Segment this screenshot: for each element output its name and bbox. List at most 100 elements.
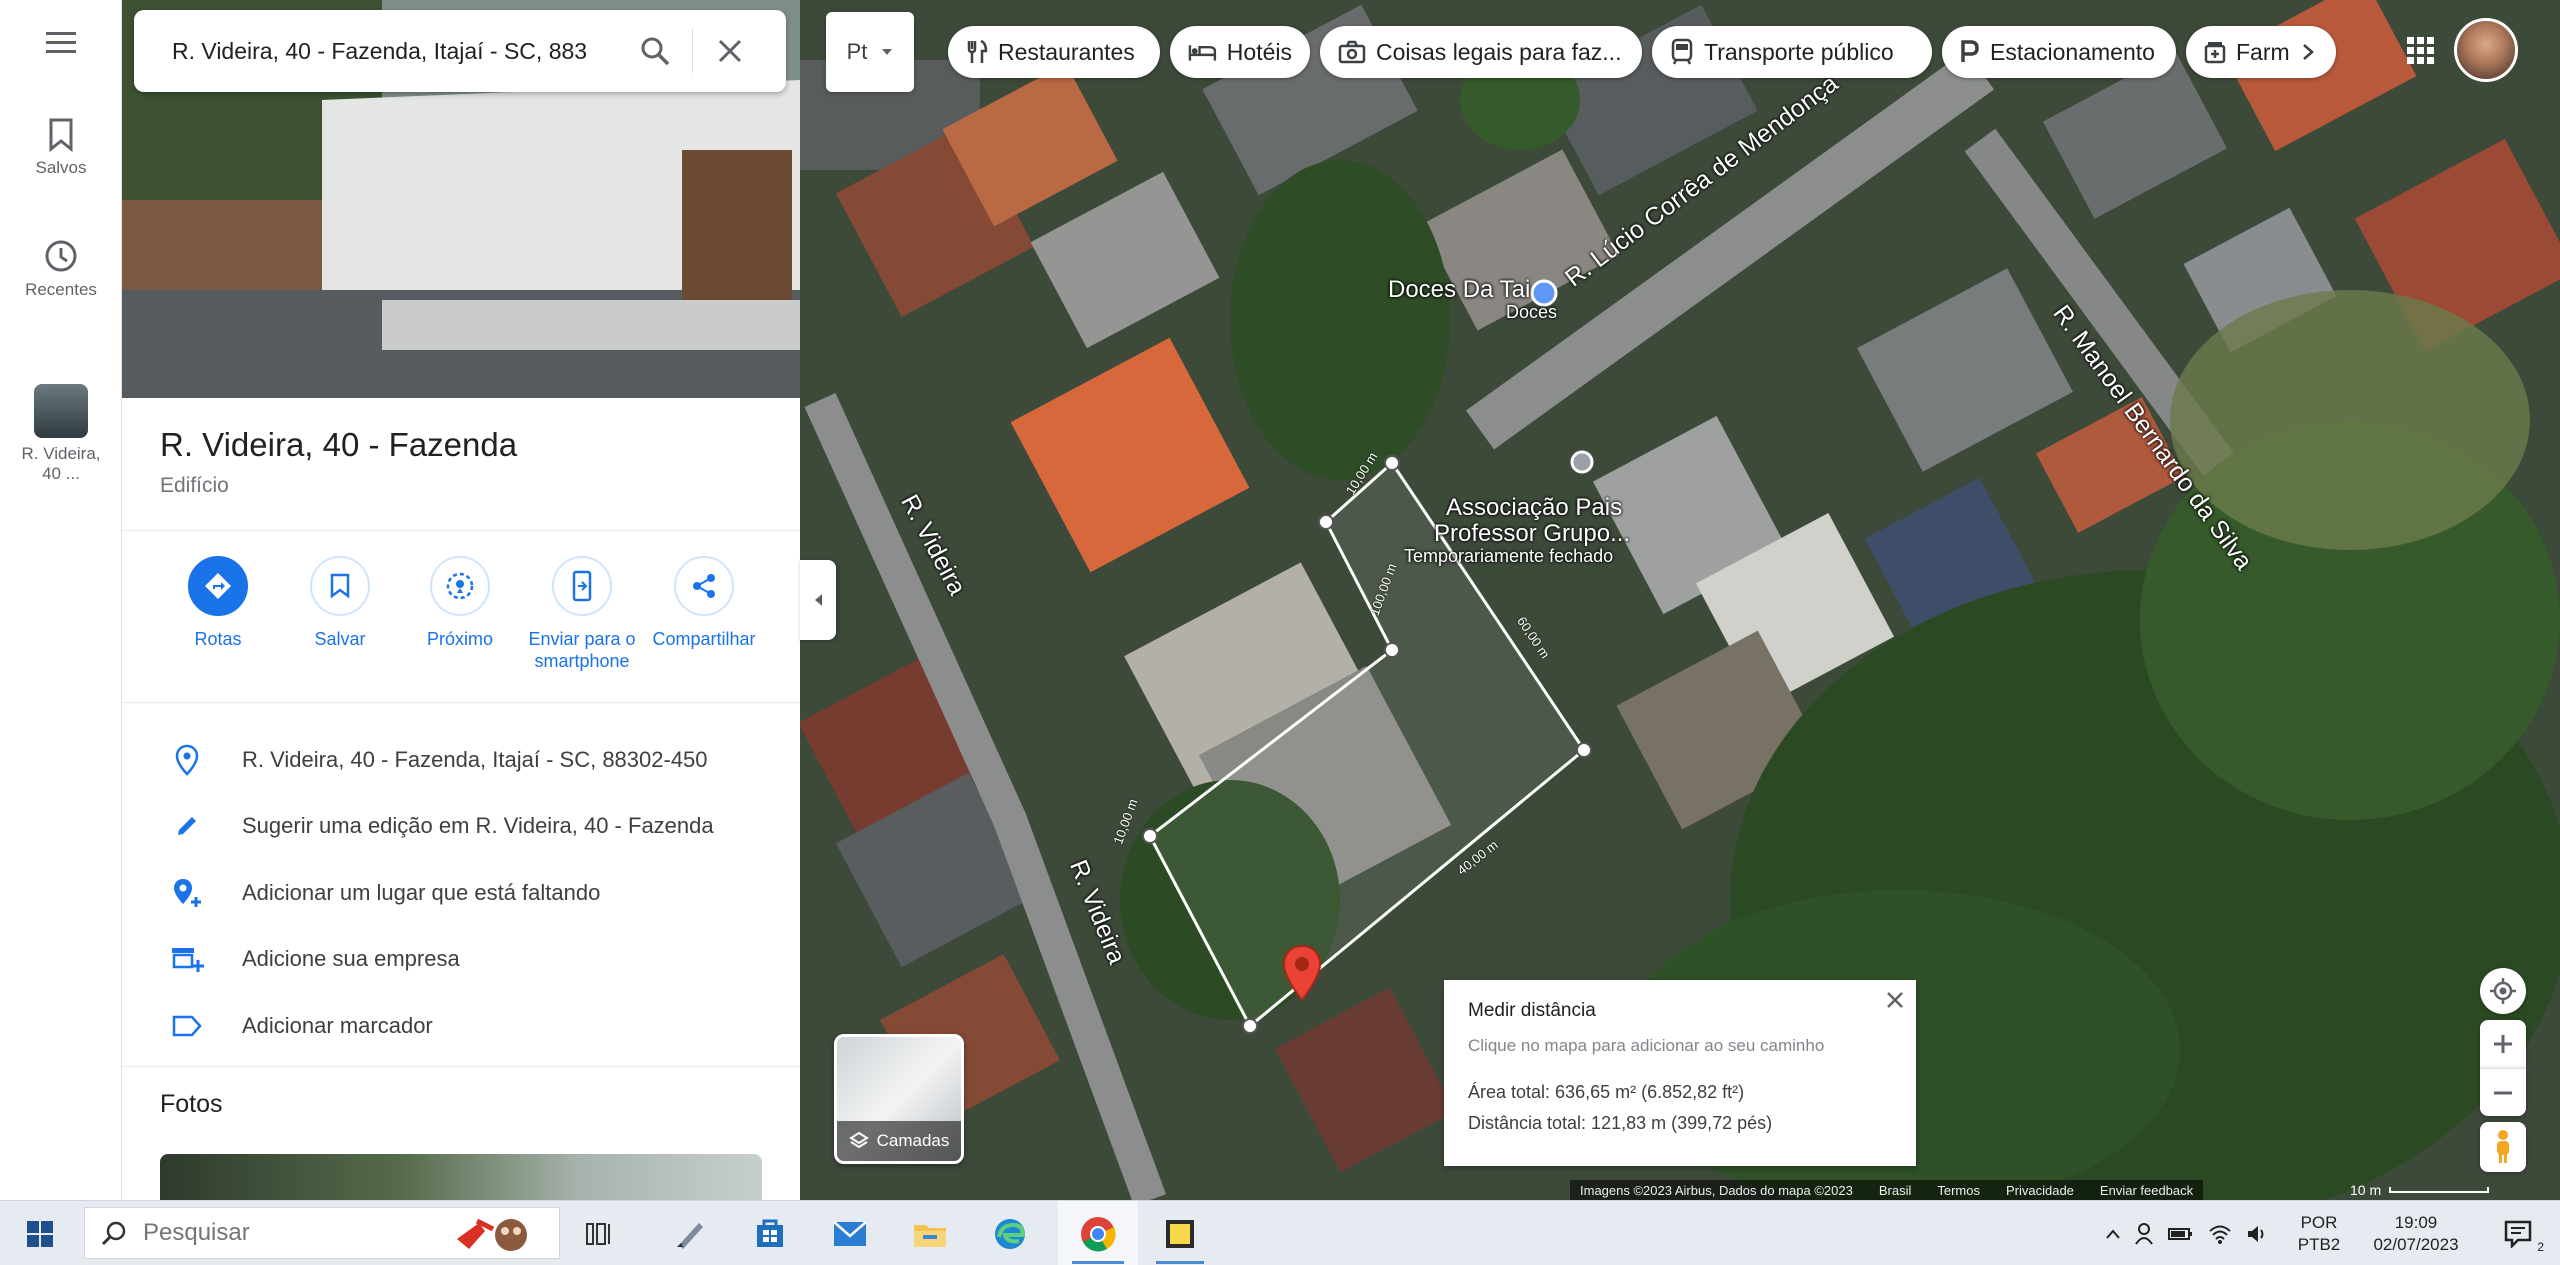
search-highlight-icon[interactable] xyxy=(444,1201,544,1265)
chip-transit[interactable]: Transporte público xyxy=(1652,26,1932,78)
location-pin-icon xyxy=(175,744,199,776)
suggest-edit-row[interactable]: Sugerir uma edição em R. Videira, 40 - F… xyxy=(122,793,800,859)
language-dropdown[interactable]: Pt xyxy=(826,12,914,92)
measure-total-area: Área total: 636,65 m² (6.852,82 ft²) xyxy=(1468,1082,1745,1102)
poi-doces-label[interactable]: Doces Da Tai xyxy=(1388,276,1530,304)
measure-distance-card: Medir distância Clique no mapa para adic… xyxy=(1444,980,1916,1166)
left-rail: Salvos Recentes R. Videira, 40 ... xyxy=(0,0,122,1200)
camera-icon xyxy=(1338,40,1366,64)
hamburger-icon xyxy=(46,32,76,53)
input-language[interactable]: POR PTB2 xyxy=(2284,1201,2354,1265)
directions-label: Rotas xyxy=(194,629,242,649)
collapse-panel-button[interactable] xyxy=(800,560,836,640)
place-type[interactable]: Edifício xyxy=(160,474,229,498)
privacy-link[interactable]: Privacidade xyxy=(2006,1183,2074,1198)
clock-date: 02/07/2023 xyxy=(2373,1234,2459,1254)
poi-assoc-label-1[interactable]: Associação Pais xyxy=(1446,494,1622,522)
taskbar-app-explorer[interactable] xyxy=(892,1201,968,1265)
edit-pencil-icon xyxy=(178,817,196,835)
taskbar-app-store[interactable] xyxy=(732,1201,808,1265)
add-label-row[interactable]: Adicionar marcador xyxy=(122,993,800,1059)
chip-things-to-do[interactable]: Coisas legais para faz... xyxy=(1320,26,1642,78)
poi-doces-sub: Doces xyxy=(1506,302,1558,322)
taskbar-app-sticky[interactable] xyxy=(1142,1201,1218,1265)
share-button[interactable]: Compartilhar xyxy=(644,556,764,650)
battery-icon xyxy=(2168,1227,2192,1240)
taskbar-app-mail[interactable] xyxy=(812,1201,888,1265)
taskbar-app-edge[interactable] xyxy=(972,1201,1048,1265)
notification-count: 2 xyxy=(2537,1236,2544,1258)
my-location-button[interactable] xyxy=(2480,968,2526,1014)
task-view-icon xyxy=(586,1222,610,1245)
add-missing-place-text: Adicionar um lugar que está faltando xyxy=(242,880,601,905)
map-attribution: Imagens ©2023 Airbus, Dados do mapa ©202… xyxy=(1570,1180,2204,1200)
terms-link[interactable]: Termos xyxy=(1937,1183,1980,1198)
taskbar-app-chrome[interactable] xyxy=(1058,1201,1138,1265)
menu-button[interactable] xyxy=(0,30,122,56)
place-title: R. Videira, 40 - Fazenda xyxy=(160,426,518,463)
close-measure-button[interactable] xyxy=(1886,990,1904,1014)
notifications-button[interactable]: 2 xyxy=(2484,1201,2554,1265)
poi-assoc-label-2[interactable]: Professor Grupo... xyxy=(1434,520,1630,548)
clear-search-button[interactable] xyxy=(699,20,761,82)
chip-label: Hotéis xyxy=(1226,38,1292,65)
save-button[interactable]: Salvar xyxy=(280,556,400,650)
directions-button[interactable]: Rotas xyxy=(158,556,278,650)
clock[interactable]: 19:09 02/07/2023 xyxy=(2356,1201,2476,1265)
taskbar-app-pen[interactable] xyxy=(652,1201,728,1265)
system-tray-icons[interactable] xyxy=(2092,1201,2282,1265)
windows-logo-icon xyxy=(27,1220,53,1247)
wifi-icon xyxy=(2209,1225,2231,1244)
pegman-button[interactable] xyxy=(2480,1122,2526,1172)
rail-recent-place[interactable]: R. Videira, 40 ... xyxy=(0,384,122,484)
zoom-out-button[interactable] xyxy=(2480,1068,2526,1116)
nearby-icon xyxy=(446,572,474,600)
zoom-in-button[interactable] xyxy=(2480,1020,2526,1068)
save-label: Salvar xyxy=(314,629,366,649)
rail-saved[interactable]: Salvos xyxy=(0,118,122,178)
add-missing-place-row[interactable]: Adicionar um lugar que está faltando xyxy=(122,860,800,926)
search-input[interactable] xyxy=(172,37,624,65)
search-button[interactable] xyxy=(624,20,686,82)
layers-icon xyxy=(848,1131,869,1149)
country-link[interactable]: Brasil xyxy=(1879,1183,1912,1198)
mail-app-icon xyxy=(833,1220,867,1246)
divider xyxy=(122,1066,800,1067)
feedback-link[interactable]: Enviar feedback xyxy=(2100,1183,2193,1198)
chip-parking[interactable]: Estacionamento xyxy=(1942,26,2176,78)
map-scale[interactable]: 10 m xyxy=(2350,1180,2520,1200)
send-to-phone-button[interactable]: Enviar para o smartphone xyxy=(522,556,642,672)
chevron-down-icon xyxy=(882,49,893,55)
rail-saved-label: Salvos xyxy=(35,158,87,177)
chip-restaurants[interactable]: Restaurantes xyxy=(948,26,1160,78)
search-highlight-icon xyxy=(457,1218,527,1251)
layers-label: Camadas xyxy=(876,1131,950,1150)
account-avatar[interactable] xyxy=(2454,18,2518,82)
restaurant-icon xyxy=(967,39,988,63)
chip-pharmacy[interactable]: Farm xyxy=(2186,26,2336,78)
apps-grid-button[interactable] xyxy=(2396,26,2446,76)
map-pin-icon[interactable] xyxy=(1282,944,1322,1002)
photo-thumbnail[interactable] xyxy=(160,1154,762,1200)
caret-left-icon xyxy=(815,594,822,606)
store-app-icon xyxy=(757,1219,783,1247)
task-view-button[interactable] xyxy=(568,1201,632,1265)
measure-title: Medir distância xyxy=(1468,1000,1596,1021)
search-separator xyxy=(692,29,693,73)
chip-hotels[interactable]: Hotéis xyxy=(1170,26,1310,78)
nearby-button[interactable]: Próximo xyxy=(400,556,520,650)
rail-recent-place-label: R. Videira, 40 ... xyxy=(21,444,101,483)
search-icon xyxy=(101,1221,126,1246)
chevron-right-icon[interactable] xyxy=(2302,43,2314,61)
hotel-icon xyxy=(1188,45,1217,61)
start-button[interactable] xyxy=(0,1201,80,1265)
address-row[interactable]: R. Videira, 40 - Fazenda, Itajaí - SC, 8… xyxy=(122,727,800,793)
rail-recent[interactable]: Recentes xyxy=(0,238,122,300)
layers-button[interactable]: Camadas xyxy=(834,1034,964,1164)
add-business-row[interactable]: Adicione sua empresa xyxy=(122,926,800,992)
send-to-phone-icon xyxy=(572,570,592,602)
send-to-phone-label: Enviar para o smartphone xyxy=(528,629,636,671)
pharmacy-icon xyxy=(2204,42,2226,64)
add-business-text: Adicione sua empresa xyxy=(242,946,460,971)
chevron-up-icon xyxy=(2106,1228,2120,1239)
